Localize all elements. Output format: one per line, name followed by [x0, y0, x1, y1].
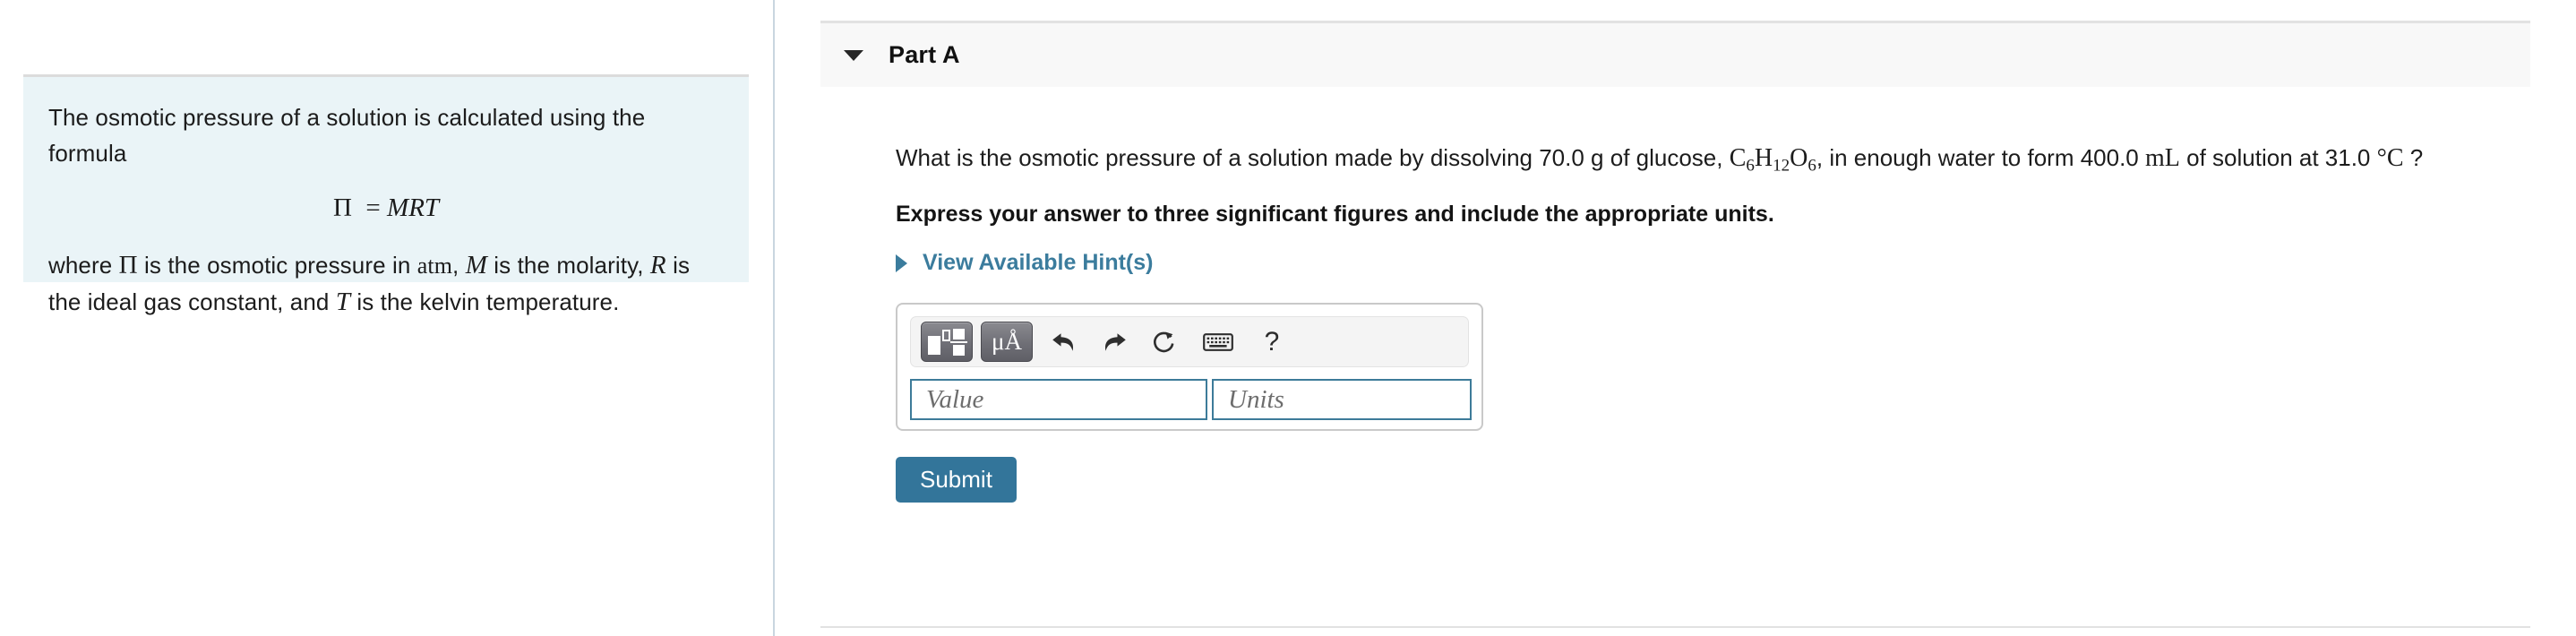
- equation-mrt: MRT: [387, 193, 440, 222]
- template-base-box: [928, 335, 940, 355]
- formula-where-text: where Π is the osmotic pressure in atm, …: [48, 247, 724, 320]
- math-template-button[interactable]: [921, 322, 973, 362]
- symbols-button[interactable]: μÅ: [981, 322, 1033, 362]
- where-mid-2: is the molarity,: [494, 252, 644, 279]
- question-panel: Part A What is the osmotic pressure of a…: [820, 0, 2576, 636]
- micro-angstrom-icon: μÅ: [992, 328, 1022, 355]
- undo-arrow-icon[interactable]: [1043, 322, 1085, 361]
- formula-o: O: [1790, 144, 1808, 172]
- temperature-unit: °C: [2376, 144, 2404, 172]
- math-template-icon: [927, 328, 967, 357]
- equation-equals: =: [359, 193, 388, 222]
- glucose-formula: C6H12O6: [1729, 144, 1816, 176]
- redo-arrow-icon[interactable]: [1094, 322, 1135, 361]
- keyboard-icon[interactable]: [1194, 322, 1242, 361]
- formula-h: H: [1754, 144, 1773, 172]
- question-prompt-end: ?: [2409, 144, 2424, 171]
- template-denominator-box: [953, 344, 965, 356]
- answer-inputs-row: [910, 379, 1472, 420]
- question-prompt-part1: What is the osmotic pressure of a soluti…: [896, 144, 1723, 171]
- where-symbol-t: T: [335, 288, 351, 316]
- value-input[interactable]: [910, 379, 1207, 420]
- answer-entry-box: μÅ ? Value Units: [896, 303, 1483, 431]
- where-mid-1: is the osmotic pressure in: [144, 252, 411, 279]
- submit-button[interactable]: Submit: [896, 457, 1017, 503]
- formula-c: C: [1729, 144, 1747, 172]
- where-unit-atm: atm: [416, 253, 453, 279]
- where-symbol-r: R: [649, 251, 666, 279]
- where-mid-4: is the kelvin temperature.: [356, 288, 620, 315]
- part-a-header[interactable]: Part A: [820, 21, 2530, 87]
- formula-o-sub: 6: [1807, 156, 1816, 176]
- question-prompt-part3: of solution at 31.0: [2186, 144, 2371, 171]
- question-body: What is the osmotic pressure of a soluti…: [896, 142, 2535, 503]
- formula-c-sub: 6: [1746, 156, 1755, 176]
- formula-h-sub: 12: [1773, 156, 1790, 176]
- where-prefix: where: [48, 252, 113, 279]
- volume-unit: mL: [2145, 144, 2180, 172]
- where-symbol-m: M: [465, 251, 487, 279]
- formula-intro-text: The osmotic pressure of a solution is ca…: [48, 104, 646, 167]
- formula-info-box: The osmotic pressure of a solution is ca…: [23, 74, 749, 316]
- where-symbol-pi: Π: [118, 251, 138, 279]
- question-prompt: What is the osmotic pressure of a soluti…: [896, 142, 2535, 182]
- math-toolbar: μÅ ?: [910, 316, 1469, 367]
- view-hints-link[interactable]: View Available Hint(s): [896, 250, 1153, 276]
- answer-instruction: Express your answer to three significant…: [896, 202, 1774, 228]
- view-hints-label: View Available Hint(s): [923, 250, 1154, 276]
- question-prompt-part2: , in enough water to form 400.0: [1816, 144, 2139, 171]
- triangle-down-icon[interactable]: [844, 49, 863, 61]
- units-input[interactable]: [1212, 379, 1472, 420]
- help-button[interactable]: ?: [1251, 322, 1292, 361]
- column-divider: [773, 0, 775, 636]
- help-question-mark-icon: ?: [1264, 326, 1280, 357]
- left-reference-panel: The osmotic pressure of a solution is ca…: [0, 0, 774, 636]
- triangle-right-icon: [896, 254, 907, 272]
- reset-circular-arrow-icon[interactable]: [1144, 322, 1185, 361]
- page-title: Part A: [889, 41, 960, 68]
- section-bottom-divider: [820, 626, 2530, 628]
- page-root: The osmotic pressure of a solution is ca…: [0, 0, 2576, 636]
- template-fraction-bar: [950, 340, 967, 343]
- formula-equation: Π = MRT: [48, 191, 724, 224]
- template-numerator-box: [953, 328, 965, 339]
- equation-pi: Π: [332, 193, 352, 222]
- template-superscript-box: [942, 329, 950, 341]
- where-comma-1: ,: [452, 252, 459, 279]
